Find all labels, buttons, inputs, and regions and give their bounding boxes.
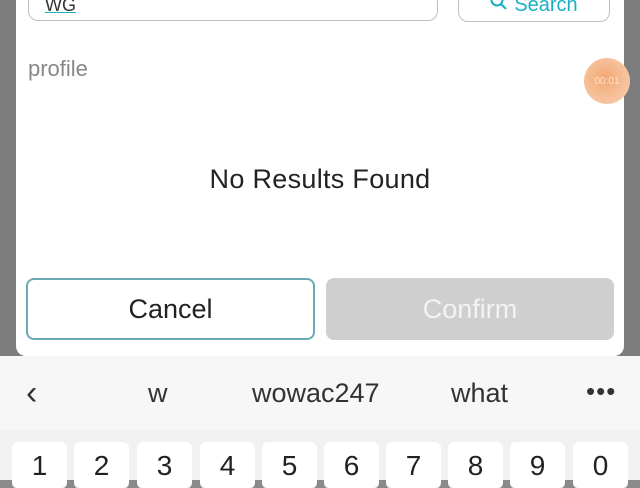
confirm-button[interactable]: Confirm <box>326 278 614 340</box>
key-7[interactable]: 7 <box>386 442 441 488</box>
suggestion-item[interactable]: w <box>148 378 168 409</box>
key-6[interactable]: 6 <box>324 442 379 488</box>
chevron-left-icon[interactable]: ‹ <box>26 374 37 413</box>
cancel-button[interactable]: Cancel <box>26 278 315 340</box>
floating-recorder-bubble[interactable]: 00:01 <box>584 58 630 104</box>
key-8[interactable]: 8 <box>448 442 503 488</box>
soft-keyboard: ‹ w wowac247 what ••• 1 2 3 4 5 6 7 8 9 … <box>0 356 640 488</box>
section-label: profile <box>28 56 88 81</box>
key-9[interactable]: 9 <box>510 442 565 488</box>
key-0[interactable]: 0 <box>573 442 628 488</box>
search-button[interactable]: Search <box>458 0 610 22</box>
search-input[interactable]: WG <box>28 0 438 21</box>
number-key-row: 1 2 3 4 5 6 7 8 9 0 <box>0 442 640 488</box>
search-input-value: WG <box>45 0 76 15</box>
search-icon <box>490 0 508 17</box>
key-1[interactable]: 1 <box>12 442 67 488</box>
suggestion-item[interactable]: wowac247 <box>252 378 380 409</box>
empty-state-message: No Results Found <box>209 164 431 194</box>
search-dialog: WG Search profile No Results Found Cance… <box>16 0 624 356</box>
key-4[interactable]: 4 <box>200 442 255 488</box>
search-button-label: Search <box>514 0 578 16</box>
more-options-icon[interactable]: ••• <box>586 376 616 407</box>
key-2[interactable]: 2 <box>74 442 129 488</box>
suggestion-item[interactable]: what <box>451 378 508 409</box>
suggestion-bar: ‹ w wowac247 what ••• <box>0 356 640 430</box>
key-5[interactable]: 5 <box>262 442 317 488</box>
timer-label: 00:01 <box>594 75 620 87</box>
key-3[interactable]: 3 <box>137 442 192 488</box>
